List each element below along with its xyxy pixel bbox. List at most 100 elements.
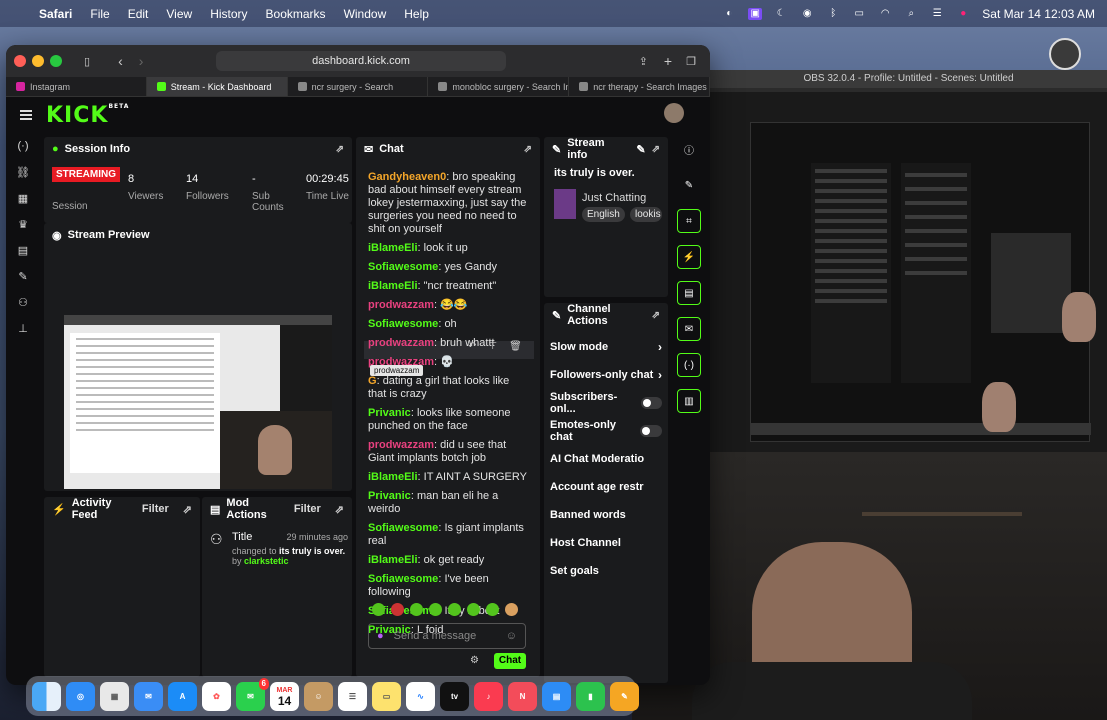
emote-icon[interactable] xyxy=(486,603,499,616)
library-icon[interactable]: ▤ xyxy=(6,237,40,263)
messages-icon[interactable]: ✉ 6 xyxy=(236,677,269,711)
bolt-icon[interactable]: ⚡ xyxy=(677,245,701,269)
analytics-icon[interactable]: ▦ xyxy=(6,185,40,211)
emote-icon[interactable] xyxy=(410,603,423,616)
link-icon[interactable]: ⛓ xyxy=(6,159,40,185)
spotlight-icon[interactable]: ⌕ xyxy=(904,8,918,20)
obs-app-icon[interactable] xyxy=(1049,38,1081,70)
chat-message[interactable]: iBlameEli: "ncr treatment" xyxy=(356,280,540,293)
popout-icon[interactable]: ⇗ xyxy=(335,503,344,516)
mail-icon[interactable]: ✉ xyxy=(134,681,163,711)
chat-message[interactable]: G: dating a girl that looks like that is… xyxy=(356,375,540,401)
new-tab-icon[interactable]: + xyxy=(664,53,672,69)
microphone-icon[interactable]: ● xyxy=(377,630,384,642)
emote-icon[interactable] xyxy=(448,603,461,616)
zoom-window-button[interactable] xyxy=(50,55,62,67)
chat-username[interactable]: Privanic xyxy=(368,407,411,419)
forward-arrow-icon[interactable]: › xyxy=(139,53,144,69)
sidebar-toggle-icon[interactable]: ▯ xyxy=(84,55,90,68)
chat-username[interactable]: G xyxy=(368,375,377,387)
menu-view[interactable]: View xyxy=(157,7,201,21)
share-icon[interactable]: ⇪ xyxy=(639,55,648,68)
siri-icon[interactable]: ● xyxy=(956,8,970,20)
wrench-icon[interactable]: ✎ xyxy=(6,263,40,289)
chat-username[interactable]: iBlameEli xyxy=(368,242,418,254)
popout-icon[interactable]: ⇗ xyxy=(652,144,660,155)
chat-message[interactable]: Sofiawesome: I've been following xyxy=(356,573,540,599)
launchpad-icon[interactable]: ▦ xyxy=(100,681,129,711)
record-icon[interactable]: ▣ xyxy=(748,7,763,20)
channel-action-item[interactable]: Followers-only chat › xyxy=(544,361,668,389)
toggle-switch[interactable] xyxy=(640,425,662,437)
hamburger-menu-icon[interactable] xyxy=(20,108,32,122)
menu-window[interactable]: Window xyxy=(335,7,396,21)
numbers-icon[interactable]: ▮ xyxy=(576,681,605,711)
delete-icon[interactable]: 🗑 xyxy=(509,341,522,352)
broadcast-icon[interactable]: (·) xyxy=(677,353,701,377)
popout-icon[interactable]: ⇗ xyxy=(336,144,344,155)
kick-logo[interactable]: KICKBETA xyxy=(46,103,129,128)
news-icon[interactable]: N xyxy=(508,681,537,711)
bluetooth-icon[interactable]: ᛒ xyxy=(826,8,840,20)
menu-help[interactable]: Help xyxy=(395,7,438,21)
contacts-icon[interactable]: ☺ xyxy=(304,681,333,711)
menu-file[interactable]: File xyxy=(81,7,118,21)
menu-edit[interactable]: Edit xyxy=(119,7,158,21)
emote-icon[interactable] xyxy=(372,603,385,616)
menu-history[interactable]: History xyxy=(201,7,256,21)
chat-username[interactable]: Gandyheaven0 xyxy=(368,171,446,183)
control-center-icon[interactable]: ☰ xyxy=(930,8,944,20)
chat-message[interactable]: iBlameEli: ok get ready xyxy=(356,554,540,567)
stream-preview-video[interactable] xyxy=(64,315,332,489)
apple-tv-icon[interactable]: tv xyxy=(440,681,469,711)
menu-clock[interactable]: Sat Mar 14 12:03 AM xyxy=(982,7,1095,21)
popout-icon[interactable]: ⇗ xyxy=(183,503,192,516)
chat-username[interactable]: iBlameEli xyxy=(368,280,418,292)
chat-message[interactable]: Gandyheaven0: bro speaking bad about him… xyxy=(356,171,540,236)
tag-lookis[interactable]: lookis xyxy=(630,207,662,222)
send-chat-button[interactable]: Chat xyxy=(494,653,526,669)
moon-icon[interactable]: ☾ xyxy=(774,8,788,20)
chat-username[interactable]: Sofiawesome xyxy=(368,261,438,273)
tab-ncr-therapy[interactable]: ncr therapy - Search Images xyxy=(569,77,710,96)
info-icon[interactable]: ⓘ xyxy=(677,137,701,161)
emote-icon[interactable] xyxy=(505,603,518,616)
chat-username[interactable]: prodwazzam xyxy=(368,439,434,451)
emote-icon[interactable] xyxy=(429,603,442,616)
chat-icon[interactable]: ✉ xyxy=(677,317,701,341)
chat-message[interactable]: Sofiawesome: yes Gandy xyxy=(356,261,540,274)
avatar[interactable] xyxy=(664,103,684,123)
document-icon[interactable]: ▤ xyxy=(677,281,701,305)
trophy-icon[interactable]: ♛ xyxy=(6,211,40,237)
popout-icon[interactable]: ⇗ xyxy=(652,310,660,321)
chat-message[interactable]: Sofiawesome: oh xyxy=(356,318,540,331)
menu-app-name[interactable]: Safari xyxy=(30,7,81,21)
channel-action-item[interactable]: Slow mode › xyxy=(544,333,668,361)
mod-icon[interactable]: ⊥ xyxy=(6,315,40,341)
music-icon[interactable]: ♪ xyxy=(474,681,503,711)
screen-share-icon[interactable]: ◐ xyxy=(722,8,736,20)
address-bar[interactable]: dashboard.kick.com xyxy=(216,51,506,71)
keynote-icon[interactable]: ▤ xyxy=(542,681,571,711)
chat-username[interactable]: iBlameEli xyxy=(368,471,418,483)
tab-kick-dashboard[interactable]: Stream - Kick Dashboard xyxy=(146,77,288,96)
focus-icon[interactable]: ◉ xyxy=(800,8,814,20)
tag-english[interactable]: English xyxy=(582,207,625,222)
channel-action-item[interactable]: Emotes-only chat xyxy=(544,417,668,445)
wifi-icon[interactable]: ◠ xyxy=(878,8,892,20)
emote-icon[interactable] xyxy=(467,603,480,616)
chat-message[interactable]: Privanic: looks like someone punched on … xyxy=(356,407,540,433)
pencil-icon[interactable]: ✎ xyxy=(677,173,701,197)
photos-icon[interactable]: ✿ xyxy=(202,681,231,711)
popout-icon[interactable]: ⇗ xyxy=(524,144,532,155)
pages-icon[interactable]: ✎ xyxy=(610,681,639,711)
channel-action-item[interactable]: Set goals xyxy=(544,557,668,585)
chat-message[interactable]: iBlameEli: look it up xyxy=(356,242,540,255)
emote-icon[interactable] xyxy=(391,603,404,616)
chat-username[interactable]: Privanic xyxy=(368,490,411,502)
tab-ncr-surgery[interactable]: ncr surgery - Search xyxy=(288,77,429,96)
back-arrow-icon[interactable]: ‹ xyxy=(118,53,123,69)
tab-monobloc-surgery[interactable]: monobloc surgery - Search Im... xyxy=(428,77,570,96)
chat-username[interactable]: Sofiawesome xyxy=(368,573,438,585)
chat-message[interactable]: Sofiawesome: Is giant implants real xyxy=(356,522,540,548)
